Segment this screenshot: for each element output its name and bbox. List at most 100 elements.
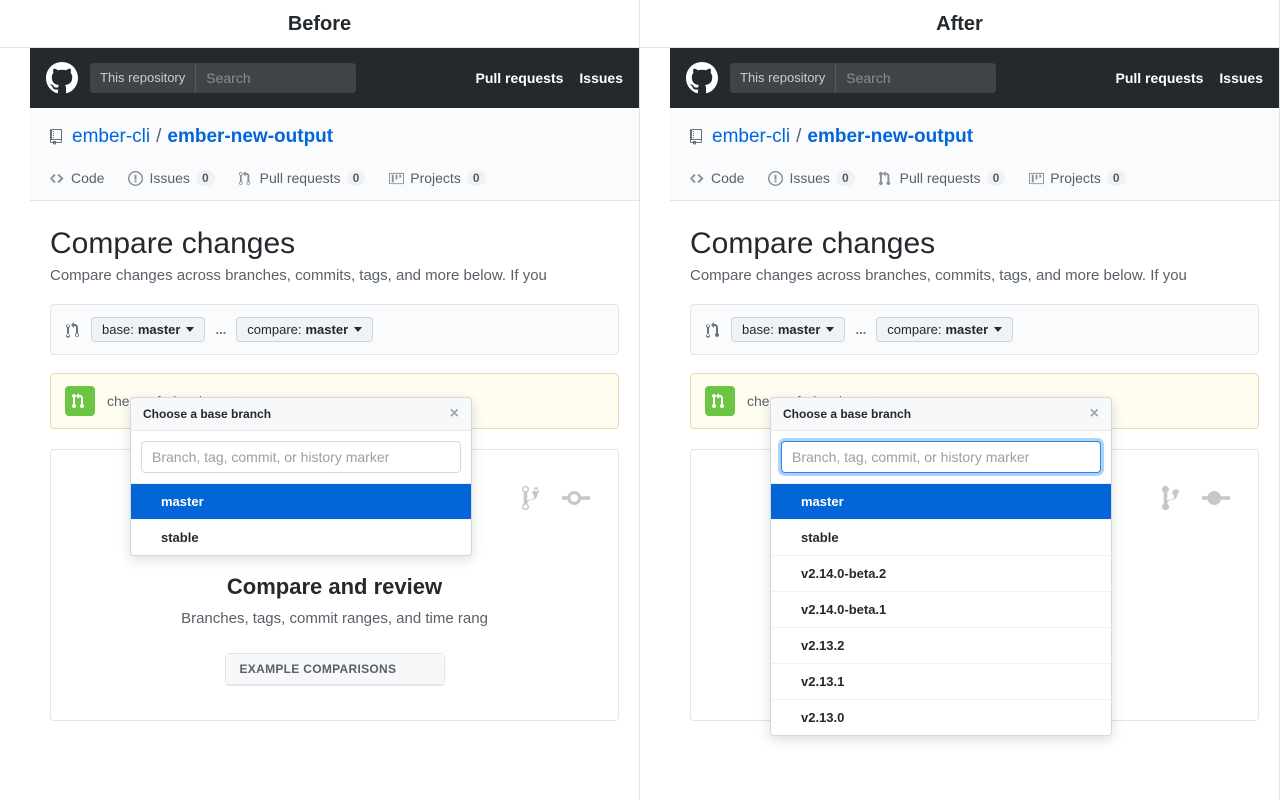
- tab-projects[interactable]: Projects 0: [389, 170, 485, 200]
- search-input[interactable]: [196, 63, 356, 93]
- repo-name-link[interactable]: ember-new-output: [167, 126, 333, 148]
- before-panel: Before This repository Pull requests Iss…: [0, 0, 640, 800]
- project-icon: [389, 171, 404, 186]
- branch-option[interactable]: stable: [771, 520, 1111, 556]
- branch-picker-popover: Choose a base branch × masterstablev2.14…: [770, 397, 1112, 736]
- page-title: Compare changes: [690, 227, 1259, 261]
- tab-code[interactable]: Code: [50, 170, 104, 200]
- issues-count: 0: [196, 170, 215, 186]
- header-search[interactable]: This repository: [730, 63, 996, 93]
- compare-branch-button[interactable]: compare: master: [876, 317, 1013, 342]
- projects-count: 0: [467, 170, 486, 186]
- repo-tabs: Code Issues 0 Pull requests 0 Proje: [690, 170, 1259, 200]
- header-nav: Pull requests Issues: [1115, 70, 1263, 86]
- projects-count: 0: [1107, 170, 1126, 186]
- branch-option[interactable]: v2.13.0: [771, 700, 1111, 735]
- example-comparisons-header: EXAMPLE COMPARISONS: [226, 654, 444, 685]
- nav-issues[interactable]: Issues: [1219, 70, 1263, 86]
- git-pull-request-icon: [239, 171, 254, 186]
- branch-option[interactable]: v2.13.2: [771, 628, 1111, 664]
- project-icon: [1029, 171, 1044, 186]
- base-branch-button[interactable]: base: master: [91, 317, 205, 342]
- branch-filter-input[interactable]: [141, 441, 461, 473]
- git-compare-icon: [705, 322, 721, 338]
- compare-range-box: base: master ... compare: master: [690, 304, 1259, 355]
- popover-filter: [131, 431, 471, 484]
- search-scope-label: This repository: [90, 63, 196, 93]
- github-logo-icon[interactable]: [686, 62, 718, 94]
- header-nav: Pull requests Issues: [475, 70, 623, 86]
- repo-tabs: Code Issues 0 Pull requests 0 Proje: [50, 170, 619, 200]
- page-lead: Compare changes across branches, commits…: [690, 267, 1259, 284]
- close-icon[interactable]: ×: [450, 406, 459, 422]
- repo-breadcrumb: ember-cli / ember-new-output: [50, 126, 619, 148]
- close-icon[interactable]: ×: [1090, 406, 1099, 422]
- repo-icon: [50, 129, 66, 145]
- branch-option[interactable]: v2.13.1: [771, 664, 1111, 700]
- branch-list-after: masterstablev2.14.0-beta.2v2.14.0-beta.1…: [771, 484, 1111, 735]
- nav-pull-requests[interactable]: Pull requests: [1115, 70, 1203, 86]
- issues-count: 0: [836, 170, 855, 186]
- branch-picker-popover: Choose a base branch × masterstable: [130, 397, 472, 556]
- branch-option[interactable]: v2.14.0-beta.1: [771, 592, 1111, 628]
- breadcrumb-sep: /: [796, 126, 801, 148]
- tab-pull-requests[interactable]: Pull requests 0: [239, 170, 366, 200]
- after-label: After: [640, 0, 1279, 48]
- issue-icon: [768, 171, 783, 186]
- pulls-count: 0: [347, 170, 366, 186]
- nav-pull-requests[interactable]: Pull requests: [475, 70, 563, 86]
- caret-down-icon: [186, 327, 194, 332]
- popover-filter: [771, 431, 1111, 484]
- base-branch-button[interactable]: base: master: [731, 317, 845, 342]
- popover-title: Choose a base branch: [783, 407, 911, 421]
- code-icon: [50, 171, 65, 186]
- issue-icon: [128, 171, 143, 186]
- git-commit-icon: [1202, 484, 1230, 512]
- range-ellipsis: ...: [215, 322, 226, 337]
- popover-title: Choose a base branch: [143, 407, 271, 421]
- repo-icon: [690, 129, 706, 145]
- repo-owner-link[interactable]: ember-cli: [72, 126, 150, 148]
- git-pull-request-badge-icon: [65, 386, 95, 416]
- compare-range-box: base: master ... compare: master: [50, 304, 619, 355]
- caret-down-icon: [994, 327, 1002, 332]
- branch-option[interactable]: v2.14.0-beta.2: [771, 556, 1111, 592]
- tab-pull-requests[interactable]: Pull requests 0: [879, 170, 1006, 200]
- github-logo-icon[interactable]: [46, 62, 78, 94]
- branch-option[interactable]: stable: [131, 520, 471, 555]
- global-header: This repository Pull requests Issues: [670, 48, 1279, 108]
- git-branch-icon: [1162, 484, 1190, 512]
- search-scope-label: This repository: [730, 63, 836, 93]
- tab-code[interactable]: Code: [690, 170, 744, 200]
- after-panel: After This repository Pull requests Issu…: [640, 0, 1280, 800]
- example-comparisons-box: EXAMPLE COMPARISONS: [225, 653, 445, 686]
- range-ellipsis: ...: [855, 322, 866, 337]
- branch-list-before: masterstable: [131, 484, 471, 555]
- git-pull-request-icon: [879, 171, 894, 186]
- repo-name-link[interactable]: ember-new-output: [807, 126, 973, 148]
- header-search[interactable]: This repository: [90, 63, 356, 93]
- page-title: Compare changes: [50, 227, 619, 261]
- tab-issues[interactable]: Issues 0: [128, 170, 214, 200]
- before-label: Before: [0, 0, 639, 48]
- tab-projects[interactable]: Projects 0: [1029, 170, 1125, 200]
- blank-subtitle: Branches, tags, commit ranges, and time …: [71, 610, 598, 627]
- repo-owner-link[interactable]: ember-cli: [712, 126, 790, 148]
- repo-header: ember-cli / ember-new-output Code Issues…: [30, 108, 639, 201]
- caret-down-icon: [826, 327, 834, 332]
- compare-branch-button[interactable]: compare: master: [236, 317, 373, 342]
- code-icon: [690, 171, 705, 186]
- repo-header: ember-cli / ember-new-output Code Issues…: [670, 108, 1279, 201]
- repo-breadcrumb: ember-cli / ember-new-output: [690, 126, 1259, 148]
- branch-filter-input[interactable]: [781, 441, 1101, 473]
- global-header: This repository Pull requests Issues: [30, 48, 639, 108]
- caret-down-icon: [354, 327, 362, 332]
- tab-issues[interactable]: Issues 0: [768, 170, 854, 200]
- page-lead: Compare changes across branches, commits…: [50, 267, 619, 284]
- branch-option[interactable]: master: [131, 484, 471, 520]
- nav-issues[interactable]: Issues: [579, 70, 623, 86]
- git-compare-icon: [65, 322, 81, 338]
- breadcrumb-sep: /: [156, 126, 161, 148]
- branch-option[interactable]: master: [771, 484, 1111, 520]
- search-input[interactable]: [836, 63, 996, 93]
